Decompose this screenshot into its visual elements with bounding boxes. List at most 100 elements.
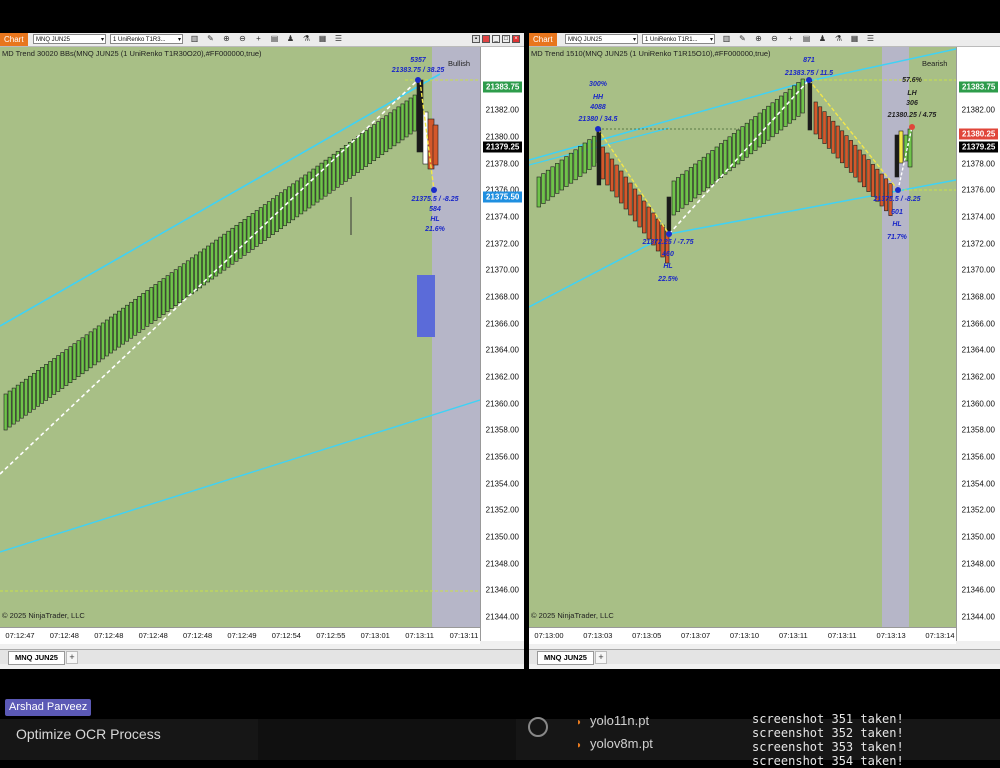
indicator-icon[interactable]: ⚗ (834, 34, 843, 44)
crosshair-icon[interactable]: + (254, 34, 263, 44)
left-chart-menu-button[interactable]: Chart (0, 33, 28, 46)
right-copyright: © 2025 NinjaTrader, LLC (531, 611, 614, 620)
left-instrument-tab[interactable]: MNQ JUN25 (8, 651, 65, 665)
right-instrument-tab[interactable]: MNQ JUN25 (537, 651, 594, 665)
price-label: 21368.00 (485, 292, 519, 302)
right-bar-type-select[interactable]: 1 UniRenko T1R1... (642, 34, 715, 44)
right-price-axis[interactable]: 21382.0021380.0021378.0021376.0021374.00… (956, 47, 1000, 641)
candle (44, 364, 49, 401)
candle (384, 115, 389, 153)
bar-chart-icon[interactable]: ▥ (722, 34, 731, 44)
time-label: 07:12:49 (227, 631, 257, 640)
file-item[interactable]: ◗ yolov8m.pt (576, 736, 653, 751)
zoom-out-icon[interactable]: ⊖ (770, 34, 779, 44)
strategy-icon[interactable]: ♟ (818, 34, 827, 44)
candle (404, 100, 409, 138)
task-title[interactable]: Optimize OCR Process (16, 726, 161, 742)
ann-line: 460 (662, 251, 674, 258)
taskbar-middle-section (258, 719, 516, 760)
right-chart-menu-button[interactable]: Chart (529, 33, 557, 46)
user-avatar-icon[interactable] (528, 717, 548, 737)
candle (40, 367, 44, 404)
window-maximize-button[interactable]: □ (502, 35, 510, 43)
right-add-tab-button[interactable]: + (595, 651, 607, 664)
right-instrument-select[interactable]: MNQ JUN25 (565, 34, 638, 44)
price-label: 21358.00 (485, 425, 519, 435)
window-minimize-button[interactable]: _ (492, 35, 500, 43)
candle (774, 99, 779, 134)
left-price-plot[interactable]: MD Trend 30020 BBs(MNQ JUN25 (1 UniRenko… (0, 47, 480, 641)
time-label: 07:13:11 (449, 631, 479, 640)
candle (412, 94, 417, 132)
file-item[interactable]: ◗ yolo11n.pt (576, 713, 649, 728)
candle (813, 101, 818, 135)
strategy-icon[interactable]: ♟ (286, 34, 295, 44)
candle (360, 133, 364, 170)
lower-band-line (0, 399, 480, 553)
candle (559, 159, 564, 191)
ann-line: 71.7% (887, 234, 907, 241)
list-icon[interactable]: ☰ (334, 34, 343, 44)
ann-line: 306 (906, 100, 918, 107)
indicator-icon[interactable]: ⚗ (302, 34, 311, 44)
candle (270, 198, 275, 235)
upper-band-line (0, 73, 441, 327)
candle (857, 149, 862, 183)
left-tab-bar: MNQ JUN25 + (0, 649, 524, 665)
candle (307, 171, 312, 209)
left-price-axis[interactable]: 21382.00 21380.00 21378.00 21376.00 21374.00… (480, 47, 524, 641)
candle (27, 375, 32, 413)
window-dock-button[interactable]: ▪ (472, 35, 480, 43)
properties-icon[interactable]: ▦ (850, 34, 859, 44)
left-instrument-select[interactable]: MNQ JUN25 (33, 34, 106, 44)
right-price-plot[interactable]: MD Trend 1510(MNQ JUN25 (1 UniRenko T1R1… (529, 47, 956, 641)
left-time-axis[interactable]: 07:12:47 07:12:48 07:12:48 07:12:48 07:12:48… (0, 627, 480, 644)
candle (169, 272, 174, 309)
data-box-icon[interactable]: ▤ (270, 34, 279, 44)
candle (283, 189, 287, 227)
price-label: 21364.00 (485, 345, 519, 355)
zoom-in-icon[interactable]: ⊕ (754, 34, 763, 44)
right-time-axis[interactable]: 07:13:00 07:13:03 07:13:05 07:13:07 07:13:10… (529, 627, 956, 644)
list-icon[interactable]: ☰ (866, 34, 875, 44)
candle (339, 148, 344, 185)
candle (408, 97, 413, 135)
candle (671, 180, 676, 216)
price-label: 21380.00 (485, 132, 519, 142)
time-label: 07:13:07 (681, 631, 711, 640)
price-label: 21356.00 (485, 452, 519, 462)
candle (396, 106, 401, 144)
bar-chart-icon[interactable]: ▥ (190, 34, 199, 44)
window-restore-button[interactable] (482, 35, 490, 43)
candle (591, 135, 597, 167)
left-bottom-annotation: 21375.5 / -8.25 584 HL 21.6% (411, 195, 458, 235)
candle (822, 111, 827, 144)
candle (145, 290, 150, 327)
zoom-in-icon[interactable]: ⊕ (222, 34, 231, 44)
candle (210, 242, 215, 280)
candle (853, 144, 858, 178)
zoom-out-icon[interactable]: ⊖ (238, 34, 247, 44)
data-box-icon[interactable]: ▤ (802, 34, 811, 44)
ann-line: 5357 (410, 57, 426, 64)
candle (234, 224, 239, 262)
candle (3, 393, 8, 431)
price-label: 21366.00 (961, 319, 995, 329)
crosshair-icon[interactable]: + (786, 34, 795, 44)
left-add-tab-button[interactable]: + (66, 651, 78, 664)
pencil-icon[interactable]: ✎ (738, 34, 747, 44)
ann-line: 21375.5 / -8.25 (411, 196, 459, 203)
window-close-button[interactable]: × (512, 35, 520, 43)
left-bar-type-select[interactable]: 1 UniRenko T1R3... (110, 34, 183, 44)
candle (903, 134, 909, 162)
candle (632, 188, 638, 222)
top-black-bar (0, 0, 1000, 33)
properties-icon[interactable]: ▦ (318, 34, 327, 44)
candle (697, 160, 702, 195)
pencil-icon[interactable]: ✎ (206, 34, 215, 44)
left-trend-label: Bullish (448, 59, 471, 68)
right-tab-bar: MNQ JUN25 + (529, 649, 1000, 665)
candle (862, 154, 867, 188)
swing-low-dot (666, 231, 672, 237)
ann-line: 21.6% (425, 226, 445, 233)
